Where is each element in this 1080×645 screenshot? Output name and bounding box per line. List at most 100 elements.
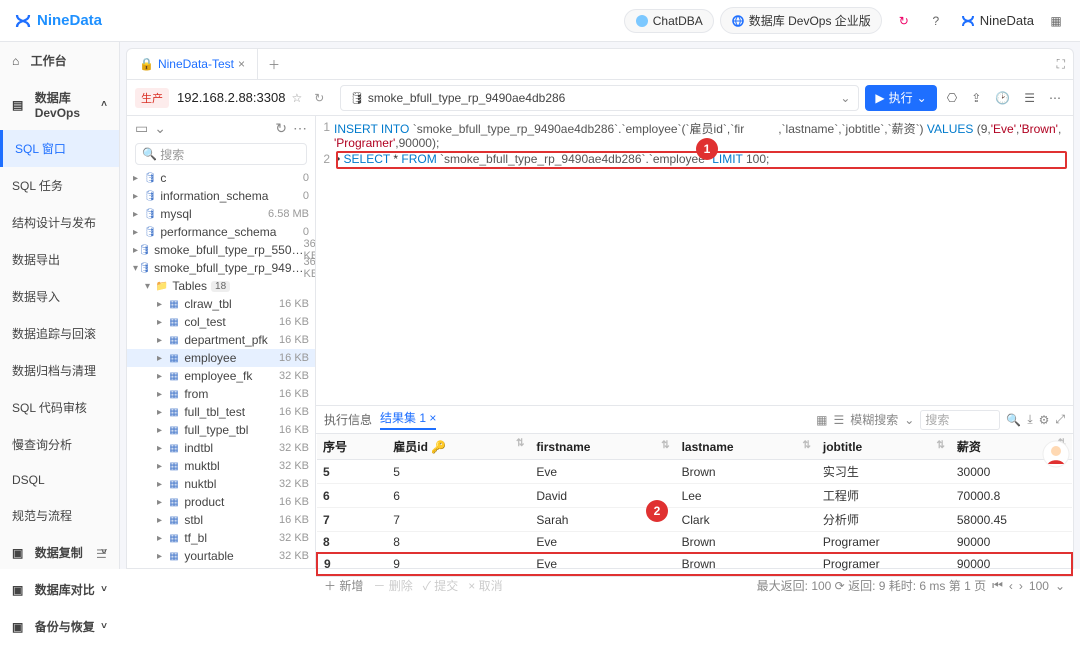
cell[interactable]: Programer bbox=[817, 553, 951, 575]
caret-icon[interactable]: ▸ bbox=[157, 317, 167, 328]
grid-view-icon[interactable]: ▦ bbox=[816, 413, 827, 427]
nav-item-9[interactable]: DSQL bbox=[0, 463, 119, 497]
nav-group-1[interactable]: ▣ 数据库对比˅ bbox=[0, 571, 119, 608]
tree-row-员工表[interactable]: ▸▦ 员工表16 KB bbox=[127, 565, 315, 568]
caret-icon[interactable]: ▾ bbox=[145, 281, 155, 292]
col-jobtitle[interactable]: jobtitle⇅ bbox=[817, 434, 951, 460]
apps-icon[interactable]: ▦ bbox=[1046, 14, 1066, 28]
chevron-down-icon[interactable]: ⌄ bbox=[1055, 579, 1065, 593]
user-logo-icon[interactable] bbox=[958, 13, 978, 29]
cell[interactable]: 分析师 bbox=[817, 508, 951, 532]
refresh-icon[interactable]: ↻ bbox=[894, 14, 914, 28]
cell[interactable]: Brown bbox=[676, 553, 817, 575]
caret-icon[interactable]: ▸ bbox=[157, 371, 167, 382]
nav-group-devops[interactable]: ▤ 数据库 DevOps˄ bbox=[0, 79, 119, 130]
nav-item-1[interactable]: SQL 任务 bbox=[0, 167, 119, 204]
assistant-avatar[interactable] bbox=[1042, 440, 1070, 468]
cell[interactable]: Eve bbox=[530, 553, 675, 575]
table-row[interactable]: 99EveBrownProgramer90000 bbox=[317, 553, 1072, 575]
tree-row-employee[interactable]: ▸▦ employee16 KB bbox=[127, 349, 315, 367]
tab-exec-info[interactable]: 执行信息 bbox=[324, 411, 372, 428]
nav-item-3[interactable]: 数据导出 bbox=[0, 241, 119, 278]
new-tab-button[interactable]: ＋ bbox=[258, 56, 290, 73]
cell[interactable]: 58000.45 bbox=[951, 508, 1072, 532]
caret-icon[interactable]: ▸ bbox=[157, 533, 167, 544]
cell[interactable]: 90000 bbox=[951, 553, 1072, 575]
caret-icon[interactable]: ▸ bbox=[157, 389, 167, 400]
tree-row-employee_fk[interactable]: ▸▦ employee_fk32 KB bbox=[127, 367, 315, 385]
cell[interactable]: 70000.8 bbox=[951, 484, 1072, 508]
tree-row-information_schema[interactable]: ▸🛢 information_schema0 bbox=[127, 187, 315, 205]
tree-row-smoke_bfull_type_rp_949…[interactable]: ▾🛢 smoke_bfull_type_rp_949…368 KB bbox=[127, 259, 315, 277]
tree-row-performance_schema[interactable]: ▸🛢 performance_schema0 bbox=[127, 223, 315, 241]
tree-filter-icon[interactable]: ▭ bbox=[135, 120, 148, 137]
caret-icon[interactable]: ▸ bbox=[157, 407, 167, 418]
nav-item-10[interactable]: 规范与流程 bbox=[0, 497, 119, 534]
caret-icon[interactable]: ▸ bbox=[133, 173, 143, 184]
caret-icon[interactable]: ▸ bbox=[133, 227, 143, 238]
nav-item-2[interactable]: 结构设计与发布 bbox=[0, 204, 119, 241]
col-序号[interactable]: 序号 bbox=[317, 434, 387, 460]
close-icon[interactable]: × bbox=[238, 57, 245, 71]
sort-icon[interactable]: ⇅ bbox=[802, 440, 810, 451]
col-firstname[interactable]: firstname⇅ bbox=[530, 434, 675, 460]
tree-row-Tables[interactable]: ▾📁 Tables18 bbox=[127, 277, 315, 295]
devops-button[interactable]: 数据库 DevOps 企业版 bbox=[720, 7, 882, 34]
tree-row-smoke_bfull_type_rp_550…[interactable]: ▸🛢 smoke_bfull_type_rp_550…368 KB bbox=[127, 241, 315, 259]
caret-icon[interactable]: ▸ bbox=[157, 299, 167, 310]
tree-row-clraw_tbl[interactable]: ▸▦ clraw_tbl16 KB bbox=[127, 295, 315, 313]
cell[interactable]: 90000 bbox=[951, 532, 1072, 554]
tree-row-mysql[interactable]: ▸🛢 mysql6.58 MB bbox=[127, 205, 315, 223]
expand-icon[interactable]: ⤢ bbox=[1055, 412, 1065, 427]
cell[interactable]: Lee bbox=[676, 484, 817, 508]
cell[interactable]: Eve bbox=[530, 532, 675, 554]
cell[interactable]: 7 bbox=[387, 508, 530, 532]
tree-row-yourtable[interactable]: ▸▦ yourtable32 KB bbox=[127, 547, 315, 565]
run-button[interactable]: ▶ 执行 ⌄ bbox=[865, 85, 936, 111]
cell[interactable]: 5 bbox=[317, 460, 387, 484]
tree-row-department_pfk[interactable]: ▸▦ department_pfk16 KB bbox=[127, 331, 315, 349]
tree-row-muktbl[interactable]: ▸▦ muktbl32 KB bbox=[127, 457, 315, 475]
cell[interactable]: 8 bbox=[317, 532, 387, 554]
caret-icon[interactable]: ▸ bbox=[133, 191, 143, 202]
result-search-input[interactable]: 搜索 bbox=[920, 410, 1000, 430]
col-雇员id[interactable]: 雇员id⇅ 🔑 bbox=[387, 434, 530, 460]
nav-workspace[interactable]: ⌂ 工作台 bbox=[0, 42, 119, 79]
cell[interactable]: Brown bbox=[676, 532, 817, 554]
user-name[interactable]: NineData bbox=[980, 13, 1034, 28]
nav-group-2[interactable]: ▣ 备份与恢复˅ bbox=[0, 608, 119, 645]
nav-item-8[interactable]: 慢查询分析 bbox=[0, 426, 119, 463]
table-row[interactable]: 77SarahClark分析师58000.45 bbox=[317, 508, 1072, 532]
collapse-nav-icon[interactable]: ☰ bbox=[96, 547, 107, 561]
search-mode[interactable]: 模糊搜索 bbox=[850, 411, 898, 428]
caret-icon[interactable]: ▸ bbox=[157, 335, 167, 346]
row-view-icon[interactable]: ☰ bbox=[834, 413, 845, 427]
page-next-icon[interactable]: › bbox=[1019, 579, 1023, 593]
caret-icon[interactable]: ▸ bbox=[157, 479, 167, 490]
cell[interactable]: 7 bbox=[317, 508, 387, 532]
tab-result-set[interactable]: 结果集 1 × bbox=[380, 409, 436, 430]
database-select[interactable]: 🛢 smoke_bfull_type_rp_9490ae4db286 ⌄ bbox=[340, 85, 859, 111]
share-icon[interactable]: ⇪ bbox=[967, 91, 985, 105]
caret-icon[interactable]: ▸ bbox=[157, 497, 167, 508]
nav-item-6[interactable]: 数据归档与清理 bbox=[0, 352, 119, 389]
cell[interactable]: 6 bbox=[317, 484, 387, 508]
nav-item-7[interactable]: SQL 代码审核 bbox=[0, 389, 119, 426]
history-icon[interactable]: 🕑 bbox=[991, 91, 1014, 105]
tree-row-full_tbl_test[interactable]: ▸▦ full_tbl_test16 KB bbox=[127, 403, 315, 421]
chevron-down-icon[interactable]: ⌄ bbox=[904, 413, 914, 427]
bookmark-icon[interactable]: ☰ bbox=[1020, 91, 1039, 105]
page-size[interactable]: 100 bbox=[1029, 579, 1049, 593]
caret-icon[interactable]: ▸ bbox=[157, 461, 167, 472]
tree-refresh-icon[interactable]: ↻ bbox=[275, 120, 287, 137]
sql-editor[interactable]: 1INSERT INTO `smoke_bfull_type_rp_9490ae… bbox=[316, 116, 1074, 406]
nav-item-5[interactable]: 数据追踪与回滚 bbox=[0, 315, 119, 352]
tree-row-stbl[interactable]: ▸▦ stbl16 KB bbox=[127, 511, 315, 529]
help-icon[interactable]: ? bbox=[926, 14, 946, 28]
cell[interactable]: 9 bbox=[317, 553, 387, 575]
cell[interactable]: Brown bbox=[676, 460, 817, 484]
caret-icon[interactable]: ▸ bbox=[157, 353, 167, 364]
cell[interactable]: Clark bbox=[676, 508, 817, 532]
add-row[interactable]: ＋ 新增 bbox=[324, 577, 363, 594]
tree-row-nuktbl[interactable]: ▸▦ nuktbl32 KB bbox=[127, 475, 315, 493]
